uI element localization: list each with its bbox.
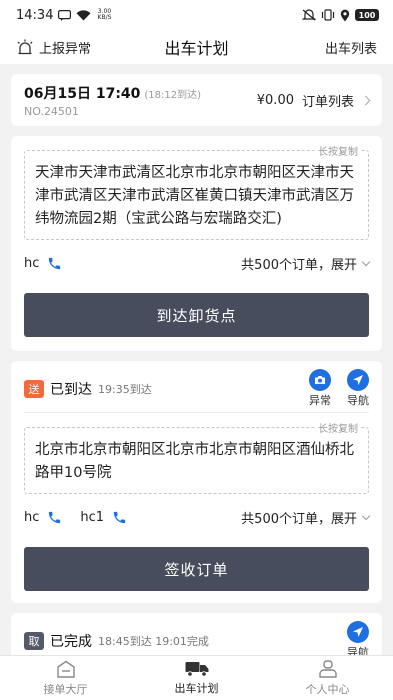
stop-header: 送 已到达 19:35到达 异常 导航 <box>11 361 382 412</box>
navigate-label: 导航 <box>347 646 369 655</box>
contacts-list: hc hc1 <box>24 510 137 525</box>
stop-address: 天津市天津市武清区北京市北京市朝阳区天津市天津市武清区天津市武清区崔黄口镇天津市… <box>35 165 354 227</box>
navigate-icon <box>347 369 369 391</box>
net-speed: 3.00 KB/S <box>96 9 112 21</box>
delivery-tag: 送 <box>24 379 44 398</box>
order-list-label: 订单列表 <box>301 95 354 110</box>
tab-order-hall[interactable]: 接单大厅 <box>0 656 131 700</box>
location-icon <box>340 9 350 21</box>
contact-name: hc <box>24 510 40 525</box>
chevron-down-icon <box>361 257 371 266</box>
contact-name: hc <box>24 256 40 271</box>
status-left: 14:34 3.00 KB/S <box>16 8 112 23</box>
wifi-icon <box>76 9 91 20</box>
stop-status: 已到达 <box>50 381 92 398</box>
stop-header: 取 已完成 18:45到达 19:01完成 导航 <box>11 613 382 655</box>
stop-card: 送 已到达 19:35到达 异常 导航 长按复制 北京市北京市朝阳区北京市北京市… <box>11 361 382 603</box>
plan-arrival-note: (18:12到达) <box>144 90 202 101</box>
navigate-label: 导航 <box>347 394 369 407</box>
message-icon <box>58 9 72 21</box>
contact-item: hc <box>24 510 62 525</box>
navigate-icon <box>347 621 369 643</box>
alert-bulb-icon <box>17 39 33 55</box>
vibrate-icon <box>321 9 335 21</box>
battery-icon: 100 <box>355 9 379 21</box>
exception-button[interactable]: 异常 <box>309 369 331 408</box>
truck-icon <box>185 661 208 677</box>
stop-header-info: 送 已到达 19:35到达 <box>24 379 152 399</box>
copy-hint: 长按复制 <box>316 420 360 435</box>
navigate-button[interactable]: 导航 <box>347 369 369 408</box>
address-box[interactable]: 长按复制 天津市天津市武清区北京市北京市朝阳区天津市天津市武清区天津市武清区崔黄… <box>24 143 369 240</box>
navigate-button[interactable]: 导航 <box>347 621 369 655</box>
tab-profile[interactable]: 个人中心 <box>262 656 393 700</box>
contact-item: hc1 <box>80 510 127 525</box>
hall-icon <box>56 660 75 678</box>
nav-bar: 上报异常 出车计划 出车列表 <box>0 30 393 64</box>
tab-label: 出车计划 <box>174 681 219 695</box>
bottom-tab-bar: 接单大厅 出车计划 个人中心 <box>0 655 393 700</box>
arrive-unload-button[interactable]: 到达卸货点 <box>24 293 369 337</box>
tab-label: 接单大厅 <box>43 682 88 696</box>
plan-summary-card: 06月15日 17:40 (18:12到达) NO.24501 ¥0.00 订单列… <box>11 74 382 126</box>
user-icon <box>318 659 337 678</box>
sign-order-button[interactable]: 签收订单 <box>24 547 369 591</box>
stop-address: 北京市北京市朝阳区北京市北京市朝阳区酒仙桥北路甲10号院 <box>35 442 354 481</box>
stop-header-info: 取 已完成 18:45到达 19:01完成 <box>24 631 209 651</box>
exception-label: 异常 <box>309 394 331 407</box>
contact-item: hc <box>24 256 62 271</box>
status-time: 14:34 <box>16 7 54 23</box>
contacts-list: hc <box>24 256 72 271</box>
status-right: 100 <box>302 9 379 22</box>
mute-icon <box>302 9 316 21</box>
phone-icon[interactable] <box>47 256 62 271</box>
plan-amount: ¥0.00 <box>256 93 294 108</box>
address-box[interactable]: 长按复制 北京市北京市朝阳区北京市北京市朝阳区酒仙桥北路甲10号院 <box>24 420 369 494</box>
stop-status: 已完成 <box>50 633 92 650</box>
stop-time: 19:35到达 <box>98 382 152 396</box>
copy-hint: 长按复制 <box>316 143 360 158</box>
order-list-link[interactable]: ¥0.00 订单列表 <box>256 91 371 110</box>
phone-icon[interactable] <box>112 510 127 525</box>
contacts-row: hc hc1 共500个订单，展开 <box>24 508 371 527</box>
contact-name: hc1 <box>80 510 105 525</box>
net-speed-unit: KB/S <box>97 14 112 21</box>
pickup-tag: 取 <box>24 631 44 650</box>
trip-list-button[interactable]: 出车列表 <box>325 38 377 57</box>
chevron-down-icon <box>361 511 371 520</box>
report-exception-label: 上报异常 <box>39 41 92 57</box>
contacts-row: hc 共500个订单，展开 <box>24 254 371 273</box>
orders-count-text: 共500个订单，展开 <box>241 512 357 527</box>
plan-number: NO.24501 <box>24 105 79 118</box>
main-content: 06月15日 17:40 (18:12到达) NO.24501 ¥0.00 订单列… <box>0 64 393 655</box>
chevron-right-icon <box>360 95 371 106</box>
stop-card: 取 已完成 18:45到达 19:01完成 导航 <box>11 613 382 655</box>
plan-info: 06月15日 17:40 (18:12到达) NO.24501 <box>24 83 201 118</box>
stop-actions: 异常 导航 <box>309 369 369 408</box>
status-bar: 14:34 3.00 KB/S 100 <box>0 0 393 30</box>
camera-icon <box>309 369 331 391</box>
phone-icon[interactable] <box>47 510 62 525</box>
stop-body: 长按复制 北京市北京市朝阳区北京市北京市朝阳区酒仙桥北路甲10号院 hc hc1… <box>11 413 382 603</box>
orders-expand-toggle[interactable]: 共500个订单，展开 <box>241 508 371 527</box>
stop-actions: 导航 <box>347 621 369 655</box>
tab-trip-plan[interactable]: 出车计划 <box>131 656 262 700</box>
plan-date-value: 06月15日 17:40 <box>24 86 141 102</box>
orders-count-text: 共500个订单，展开 <box>241 258 357 273</box>
orders-expand-toggle[interactable]: 共500个订单，展开 <box>241 254 371 273</box>
plan-date: 06月15日 17:40 (18:12到达) <box>24 83 201 103</box>
report-exception-button[interactable]: 上报异常 <box>16 38 91 57</box>
tab-label: 个人中心 <box>305 682 350 696</box>
stop-time: 18:45到达 19:01完成 <box>98 634 209 648</box>
stop-card: 长按复制 天津市天津市武清区北京市北京市朝阳区天津市天津市武清区天津市武清区崔黄… <box>11 136 382 351</box>
